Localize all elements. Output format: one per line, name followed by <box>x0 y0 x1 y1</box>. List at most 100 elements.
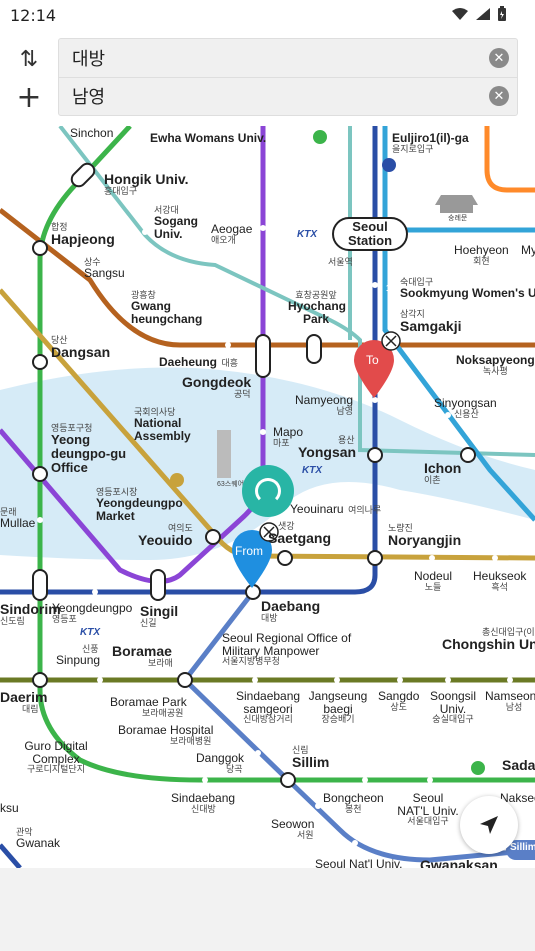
line9-badge <box>170 473 184 487</box>
station-ichon[interactable]: Ichon 이촌 <box>424 461 461 485</box>
station-yeouido[interactable]: 여의도 Yeouido <box>138 523 193 548</box>
station-daerim-dot <box>32 672 48 688</box>
station-chongshin[interactable]: 총신대입구(이 Chongshin Uni <box>442 627 535 652</box>
station-sindaebang[interactable]: Sindaebang 신대방 <box>171 792 235 814</box>
station-yeongdeungpogu[interactable]: 영등포구청 Yeong deungpo-gu Office <box>51 423 131 474</box>
station-ichon-dot <box>460 447 476 463</box>
station-gwanaksan[interactable]: Gwanaksan <box>420 858 498 868</box>
station-hongik-capsule <box>70 162 96 188</box>
station-daebang[interactable]: Daebang 대방 <box>261 599 320 623</box>
station-ewha[interactable]: Ewha Womans Univ. <box>150 132 266 145</box>
station-sinchon[interactable]: Sinchon <box>70 127 113 140</box>
landmark-tower63: 63스퀘어 <box>217 481 245 488</box>
station-nodeul[interactable]: Nodeul 노들 <box>414 570 452 592</box>
station-seowon[interactable]: Seowon 서원 <box>271 818 314 840</box>
station-heukseok[interactable]: Heukseok 흑석 <box>473 570 526 592</box>
station-mullae[interactable]: 문래 Mullae <box>0 507 35 530</box>
station-yeongdeungpomarket[interactable]: 영등포시장 Yeongdeungpo Market <box>96 487 186 523</box>
station-daerim[interactable]: Daerim 대림 <box>0 690 47 714</box>
station-dangsan[interactable]: 당산 Dangsan <box>51 335 110 360</box>
add-stop-button[interactable]: + <box>14 80 44 115</box>
station-dangsan-dot <box>32 354 48 370</box>
from-field-value: 대방 <box>72 49 106 70</box>
status-time: 12:14 <box>10 6 57 25</box>
station-namyeong[interactable]: Namyeong 남영 <box>295 394 353 416</box>
station-boramae-dot <box>177 672 193 688</box>
my-location-button[interactable] <box>460 796 518 854</box>
station-euljiro1[interactable]: Euljiro1(il)-ga 을지로입구 <box>392 132 469 154</box>
battery-icon <box>498 6 506 21</box>
spinner-ring-icon <box>255 478 281 504</box>
station-manpower[interactable]: Seoul Regional Office of Military Manpow… <box>222 632 362 667</box>
station-seoul[interactable]: Seoul Station <box>344 220 396 247</box>
station-my[interactable]: My <box>521 244 535 257</box>
ktx-badge-seoul: KTX <box>297 229 317 240</box>
station-singil-capsule <box>150 569 166 601</box>
station-danggok[interactable]: Danggok 당곡 <box>196 752 244 774</box>
station-hapjeong-dot <box>32 240 48 256</box>
loading-spinner <box>242 465 294 517</box>
station-saetgang-dot <box>277 550 293 566</box>
station-guro[interactable]: Guro Digital Complex 구로디지털단지 <box>21 740 91 775</box>
line2-badge-label: 2 <box>316 255 322 265</box>
station-noryangjin-dot <box>367 550 383 566</box>
station-yeongdeungpo[interactable]: Yeongdeungpo 영등포 <box>52 602 132 624</box>
station-assembly[interactable]: 국회의사당 National Assembly <box>134 407 204 443</box>
station-yeouinaru[interactable]: Yeouinaru 여의나루 <box>290 501 381 518</box>
station-samgakji[interactable]: 삼각지 Samgakji <box>400 309 461 334</box>
station-hyochang-capsule <box>306 334 322 364</box>
station-sangdo[interactable]: Sangdo 상도 <box>378 690 419 712</box>
station-gongdeok[interactable]: Gongdeok 공덕 <box>182 375 251 399</box>
station-sangsu[interactable]: 상수 Sangsu <box>84 257 125 280</box>
station-boramaepark[interactable]: Boramae Park 보라매공원 <box>110 696 187 718</box>
station-yeongdeungpogu-dot <box>32 466 48 482</box>
station-sinpung[interactable]: 신풍 Sinpung <box>56 644 100 667</box>
station-hongik[interactable]: Hongik Univ. 홍대입구 <box>104 172 189 196</box>
station-sogang[interactable]: 서강대 Sogang Univ. <box>154 205 214 241</box>
station-hoehyeon[interactable]: Hoehyeon 회현 <box>454 244 509 266</box>
station-sillim-dot <box>280 772 296 788</box>
station-aeogae[interactable]: Aeogae 애오개 <box>211 223 252 245</box>
station-hapjeong[interactable]: 합정 Hapjeong <box>51 222 115 247</box>
station-sinyongsan[interactable]: Sinyongsan 신용산 <box>434 397 497 419</box>
station-soongsil[interactable]: Soongsil Univ. 숭실대입구 <box>428 690 478 725</box>
station-singil[interactable]: Singil 신길 <box>140 604 178 628</box>
station-sookmyung[interactable]: 숙대입구 Sookmyung Women's Ur <box>400 277 535 300</box>
ktx-badge-yongsan: KTX <box>302 465 322 476</box>
line2-badge-2 <box>471 761 485 775</box>
navigation-arrow-icon <box>480 816 498 834</box>
station-sindaebang3[interactable]: Sindaebang samgeori 신대방삼거리 <box>236 690 300 725</box>
station-hyochang[interactable]: 효창공원앞 Hyochang Park <box>288 290 346 326</box>
to-pin-label[interactable]: To <box>366 353 379 367</box>
station-saetgang[interactable]: 샛강 Saetgang <box>268 521 331 546</box>
station-snuniv2[interactable]: Seoul Nat'l Univ. <box>315 858 402 868</box>
line1-badge <box>382 158 396 172</box>
station-jangseungbaegi[interactable]: Jangseung baegi 장승배기 <box>308 690 368 725</box>
station-yongsan-dot <box>367 447 383 463</box>
station-sillim[interactable]: 신림 Sillim <box>292 745 329 770</box>
station-yongsan[interactable]: 용산 Yongsan <box>298 435 356 460</box>
station-bongcheon[interactable]: Bongcheon 봉천 <box>323 792 384 814</box>
station-boramaehospital[interactable]: Boramae Hospital 보라매병원 <box>118 724 213 746</box>
station-guksu[interactable]: ksu <box>0 802 19 815</box>
station-daeheung[interactable]: Daeheung 대흥 <box>159 354 238 371</box>
station-noryangjin[interactable]: 노량진 Noryangjin <box>388 523 461 548</box>
clear-to-button[interactable]: ✕ <box>489 86 509 106</box>
swap-direction-button[interactable]: ⇅ <box>14 44 44 74</box>
to-field[interactable]: 남영 ✕ <box>59 77 517 115</box>
status-bar: 12:14 <box>0 0 535 30</box>
wifi-icon <box>452 8 468 20</box>
clear-from-button[interactable]: ✕ <box>489 48 509 68</box>
line1-badge-label: 1 <box>386 283 392 293</box>
station-sadang[interactable]: Sada <box>502 758 535 773</box>
station-noksapyeong[interactable]: Noksapyeong 녹사평 <box>456 354 535 376</box>
station-boramae[interactable]: Boramae 보라매 <box>112 644 173 668</box>
station-gwangheung[interactable]: 광흥창 Gwang heungchang <box>131 290 211 326</box>
from-pin-label[interactable]: From <box>235 544 263 558</box>
route-panel: ⇅ + 대방 ✕ 남영 ✕ <box>0 30 535 126</box>
status-icons <box>451 6 507 22</box>
station-gwanak[interactable]: 관악 Gwanak <box>16 827 60 850</box>
station-snuniv[interactable]: Seoul NAT'L Univ. 서울대입구 <box>395 792 461 827</box>
station-namseong[interactable]: Namseong남성 <box>485 690 535 712</box>
from-field[interactable]: 대방 ✕ <box>59 39 517 78</box>
